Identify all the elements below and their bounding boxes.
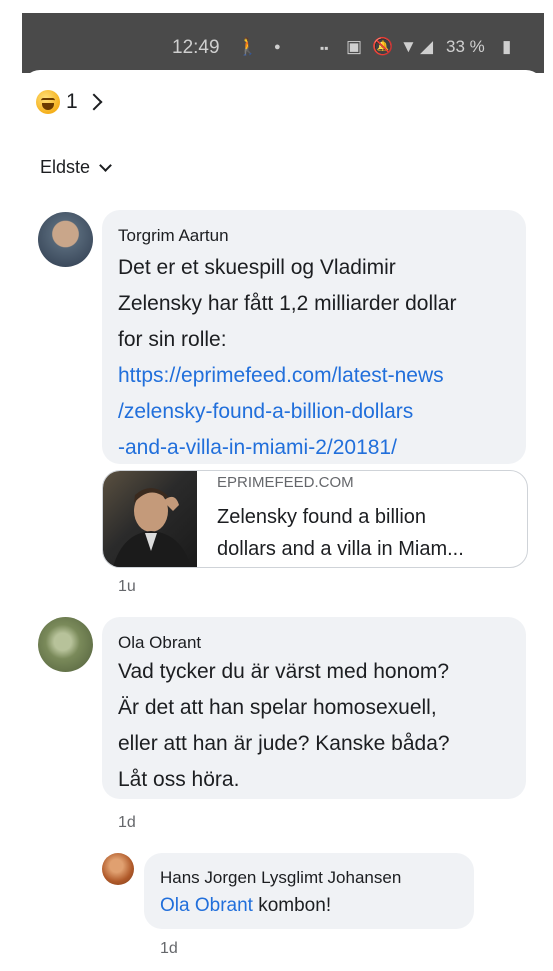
text-line: Låt oss höra. xyxy=(118,768,240,791)
reaction-count: 1 xyxy=(66,90,78,113)
comment-timestamp[interactable]: 1d xyxy=(118,814,136,832)
link-preview-image xyxy=(103,471,197,567)
text-line: Det er et skuespill og Vladimir xyxy=(118,256,396,279)
comment-timestamp[interactable]: 1u xyxy=(118,578,136,596)
dot-icon: ● xyxy=(274,41,281,53)
sort-label: Eldste xyxy=(40,157,91,177)
chevron-down-icon xyxy=(99,158,112,172)
data-speed-icon: ▪▪ xyxy=(320,41,329,55)
walking-icon: 🚶 xyxy=(237,37,259,56)
reaction-summary[interactable]: 1 xyxy=(36,90,103,114)
reply-author[interactable]: Hans Jorgen Lysglimt Johansen xyxy=(160,868,401,888)
comment-link[interactable]: -and-a-villa-in-miami-2/20181/ xyxy=(118,430,456,466)
mention-link[interactable]: Ola Obrant xyxy=(160,895,253,916)
reply-timestamp[interactable]: 1d xyxy=(160,940,178,958)
volte-icon: ▣ xyxy=(346,37,363,56)
haha-emoji-icon xyxy=(36,90,60,114)
comment-author[interactable]: Torgrim Aartun xyxy=(118,226,229,246)
status-time: 12:49 xyxy=(172,37,220,58)
reply-text: Ola Obrant kombon! xyxy=(160,892,331,920)
comment-text: Det er et skuespill og Vladimir Zelensky… xyxy=(118,250,456,466)
battery-text: 33 % xyxy=(446,37,485,56)
avatar-torgrim[interactable] xyxy=(38,212,93,267)
text-line: eller att han är jude? Kanske båda? xyxy=(118,732,450,755)
battery-icon: ▮ xyxy=(502,37,512,56)
title-line: Zelensky found a billion xyxy=(217,506,427,528)
mute-icon: 🔕 xyxy=(372,37,394,56)
link-preview-card[interactable]: EPRIMEFEED.COM Zelensky found a billion … xyxy=(102,470,528,568)
link-preview-title: Zelensky found a billion dollars and a v… xyxy=(217,501,517,565)
avatar-ola[interactable] xyxy=(38,617,93,672)
text-line: Vad tycker du är värst med honom? xyxy=(118,660,450,683)
comment-text: Vad tycker du är värst med honom? Är det… xyxy=(118,654,450,798)
text-line: Zelensky har fått 1,2 milliarder dollar xyxy=(118,292,457,315)
wifi-icon: ▼ xyxy=(400,37,417,56)
comment-author[interactable]: Ola Obrant xyxy=(118,633,201,653)
signal-icon: ◢ xyxy=(420,37,434,56)
comment-link[interactable]: /zelensky-found-a-billion-dollars xyxy=(118,394,456,430)
link-preview-domain: EPRIMEFEED.COM xyxy=(217,474,354,491)
text-line: Är det att han spelar homosexuell, xyxy=(118,696,437,719)
avatar-hans[interactable] xyxy=(102,853,134,885)
text-line: for sin rolle: xyxy=(118,328,227,351)
reply-body: kombon! xyxy=(258,895,332,916)
title-line: dollars and a villa in Miam... xyxy=(217,538,464,560)
chevron-right-icon xyxy=(85,93,103,111)
comment-link[interactable]: https://eprimefeed.com/latest-news xyxy=(118,358,456,394)
status-bar: 12:49 🚶 ● ▪▪ ▣ 🔕 ▼ ◢ 33 % ▮ xyxy=(22,13,544,73)
screen: 12:49 🚶 ● ▪▪ ▣ 🔕 ▼ ◢ 33 % ▮ 1 Eldste Tor… xyxy=(0,0,553,971)
sort-dropdown[interactable]: Eldste xyxy=(40,157,112,178)
